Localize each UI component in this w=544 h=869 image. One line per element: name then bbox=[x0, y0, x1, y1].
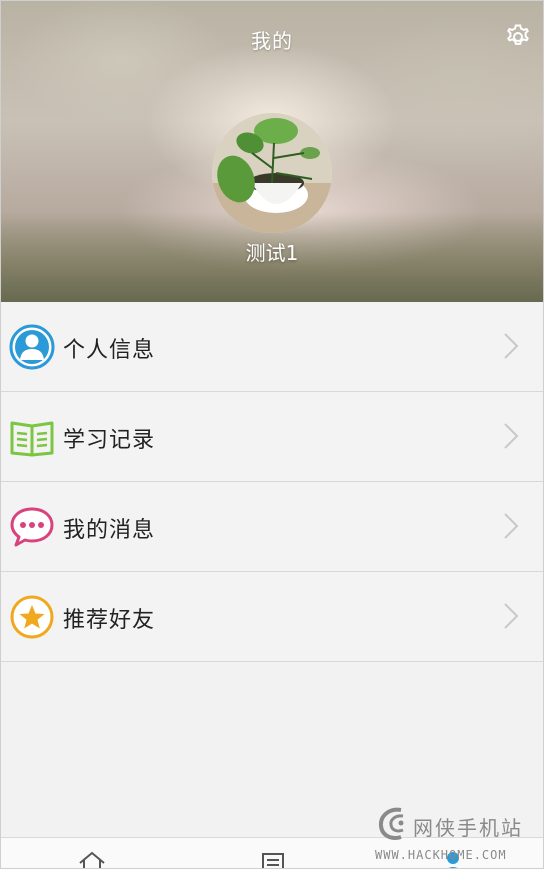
plant-photo bbox=[212, 113, 332, 233]
menu-item-study-record[interactable]: 学习记录 bbox=[1, 392, 543, 482]
chat-bubble-icon bbox=[10, 507, 54, 547]
chevron-right-icon bbox=[504, 423, 519, 449]
page-title: 我的 bbox=[251, 29, 293, 53]
home-icon[interactable] bbox=[77, 850, 107, 869]
chevron-right-icon bbox=[504, 333, 519, 359]
document-icon[interactable] bbox=[258, 850, 288, 869]
avatar[interactable] bbox=[212, 113, 332, 233]
profile-menu: 个人信息 学习记录 我的消息 推荐好友 bbox=[1, 302, 543, 662]
app-screen: 我的 测试1 个人信息 学习记录 我的消息 推荐好友 网侠手机站 WWW.HAC… bbox=[0, 0, 544, 869]
open-book-icon bbox=[10, 421, 54, 457]
menu-item-label: 学习记录 bbox=[63, 428, 156, 453]
chevron-right-icon bbox=[504, 603, 519, 629]
menu-item-label: 推荐好友 bbox=[63, 608, 156, 633]
gear-icon[interactable] bbox=[503, 22, 533, 52]
menu-item-recommend-friends[interactable]: 推荐好友 bbox=[1, 572, 543, 662]
chevron-right-icon bbox=[504, 513, 519, 539]
watermark-name: 网侠手机站 bbox=[413, 816, 523, 840]
watermark: 网侠手机站 WWW.HACKHOME.COM bbox=[373, 806, 543, 866]
watermark-logo-icon bbox=[378, 807, 404, 840]
star-circle-icon bbox=[10, 595, 54, 639]
menu-item-personal-info[interactable]: 个人信息 bbox=[1, 302, 543, 392]
menu-item-label: 个人信息 bbox=[63, 338, 156, 363]
profile-header: 我的 测试1 bbox=[1, 1, 543, 302]
username: 测试1 bbox=[245, 241, 299, 265]
user-profile-icon bbox=[9, 324, 55, 370]
menu-item-my-messages[interactable]: 我的消息 bbox=[1, 482, 543, 572]
menu-item-label: 我的消息 bbox=[63, 518, 156, 543]
watermark-url: WWW.HACKHOME.COM bbox=[375, 848, 507, 862]
